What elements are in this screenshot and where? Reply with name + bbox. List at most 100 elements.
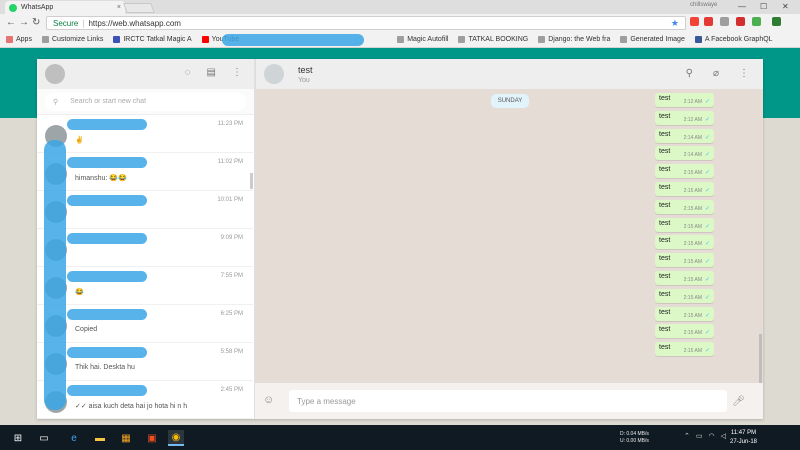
outgoing-message[interactable]: test 2:14 AM ✓: [655, 128, 714, 143]
task-view-icon[interactable]: ▭: [36, 430, 52, 446]
close-window-icon[interactable]: ✕: [782, 2, 789, 11]
message-text: test: [659, 308, 671, 316]
bookmark-star-icon[interactable]: ★: [671, 18, 679, 29]
message-time: 2:15 AM: [683, 205, 702, 212]
chat-list-item[interactable]: 9:09 PM: [37, 229, 253, 267]
attach-icon[interactable]: ⌀: [713, 68, 719, 79]
new-tab-button[interactable]: [123, 3, 155, 13]
app-icon[interactable]: ▦: [118, 430, 134, 446]
menu-icon[interactable]: ⋮: [232, 67, 242, 78]
volume-icon[interactable]: ◁: [721, 432, 726, 440]
whatsapp-icon: [9, 3, 17, 12]
back-icon[interactable]: ←: [6, 17, 16, 28]
outgoing-message[interactable]: test 2:15 AM ✓: [655, 253, 714, 268]
chat-list-item[interactable]: 11:02 PM himanshu: 😂😂: [37, 153, 253, 191]
menu-icon[interactable]: ⋮: [739, 68, 749, 79]
bookmark-item[interactable]: Magic Autofill: [397, 36, 448, 43]
outgoing-message[interactable]: test 2:15 AM ✓: [655, 271, 714, 285]
start-icon[interactable]: ⊞: [10, 430, 26, 446]
message-text: test: [659, 219, 671, 227]
read-receipt-icon: ✓: [704, 294, 710, 301]
bookmark-item[interactable]: IRCTC Tatkal Magic A: [113, 36, 192, 43]
taskbar-clock[interactable]: 11:47 PM 27-Jun-18: [730, 429, 757, 447]
net-down-label: D:: [620, 431, 625, 437]
chat-list-item[interactable]: 6:25 PM Copied: [37, 305, 253, 343]
emoji-icon[interactable]: ☺: [263, 394, 277, 408]
bookmark-icon: [694, 36, 702, 43]
extension-icon[interactable]: [704, 17, 713, 26]
outgoing-message[interactable]: test 2:12 AM ✓: [655, 110, 714, 125]
conversation-header[interactable]: test You ⚲ ⌀ ⋮: [255, 59, 763, 89]
chat-list-item[interactable]: 10:01 PM: [37, 191, 253, 229]
profile-name[interactable]: chillswaye: [690, 2, 720, 11]
outgoing-message[interactable]: test 2:15 AM ✓: [655, 199, 714, 214]
new-chat-icon[interactable]: ▤: [207, 67, 216, 78]
reload-icon[interactable]: ↻: [32, 17, 40, 28]
outgoing-message[interactable]: test 2:15 AM ✓: [655, 288, 714, 303]
url-text[interactable]: https://web.whatsapp.com: [88, 19, 181, 28]
message-input[interactable]: [289, 390, 727, 412]
chat-list-item[interactable]: 2:45 PM ✓✓ aisa kuch deta hai jo hota hi …: [37, 381, 253, 419]
message-time: 2:14 AM: [683, 134, 702, 141]
message-text: test: [659, 148, 671, 156]
chat-list-item[interactable]: 7:55 PM 😂: [37, 267, 253, 305]
status-icon[interactable]: ◌: [185, 67, 191, 78]
tab-title: WhatsApp: [21, 4, 54, 11]
extension-icon[interactable]: [736, 17, 745, 26]
avatar[interactable]: [45, 64, 65, 84]
sidebar-header: ◌ ▤ ⋮: [37, 59, 254, 89]
tab-close-icon[interactable]: ×: [117, 4, 121, 11]
outgoing-message[interactable]: test 2:12 AM ✓: [655, 93, 714, 107]
bookmark-item[interactable]: TATKAL BOOKING: [458, 36, 528, 43]
outgoing-message[interactable]: test 2:15 AM ✓: [655, 306, 714, 321]
outgoing-message[interactable]: test 2:15 AM ✓: [655, 342, 714, 357]
maximize-icon[interactable]: ☐: [760, 2, 767, 11]
file-explorer-icon[interactable]: ▬: [92, 430, 108, 446]
extension-icon[interactable]: [772, 17, 781, 26]
message-text: test: [659, 255, 671, 263]
outgoing-message[interactable]: test 2:15 AM ✓: [655, 182, 714, 196]
wifi-icon[interactable]: ◠: [709, 432, 715, 440]
store-icon[interactable]: ▣: [144, 430, 160, 446]
bookmark-item[interactable]: Customize Links: [41, 36, 103, 43]
clock-date: 27-Jun-18: [730, 439, 758, 445]
extension-icon[interactable]: [720, 17, 729, 26]
read-receipt-icon: ✓: [704, 277, 710, 283]
avatar[interactable]: [264, 64, 284, 84]
message-time: 2:15 AM: [683, 223, 702, 230]
net-up-value: 0.00 MB/s: [626, 438, 649, 444]
chat-list-item[interactable]: 11:23 PM ✌: [37, 115, 253, 153]
bookmark-item[interactable]: A Facebook GraphQL: [694, 36, 773, 43]
forward-icon[interactable]: →: [19, 17, 29, 28]
chat-time: 7:55 PM: [220, 273, 243, 279]
outgoing-message[interactable]: test 2:15 AM ✓: [655, 164, 714, 179]
outgoing-message[interactable]: test 2:15 AM ✓: [655, 217, 714, 232]
extension-icon[interactable]: [752, 17, 761, 26]
search-input[interactable]: ⚲ Search or start new chat: [45, 92, 246, 111]
network-speed: D: 0.04 MB/s U: 0.00 MB/s: [620, 431, 649, 445]
chat-time: 11:02 PM: [217, 159, 243, 165]
message-time: 2:15 AM: [683, 241, 702, 248]
redaction-scribble: [222, 34, 364, 46]
read-receipt-icon: ✓: [704, 223, 710, 230]
outgoing-message[interactable]: test 2:15 AM ✓: [655, 235, 714, 250]
outgoing-message[interactable]: test 2:15 AM ✓: [655, 324, 714, 339]
show-hidden-icon[interactable]: ⌃: [684, 432, 690, 440]
omnibox[interactable]: Secure | https://web.whatsapp.com ★: [46, 16, 686, 30]
outgoing-message[interactable]: test 2:14 AM ✓: [655, 146, 714, 161]
bookmark-icon: [6, 36, 13, 43]
bookmark-item[interactable]: Apps: [6, 36, 32, 43]
minimize-icon[interactable]: —: [738, 2, 746, 11]
edge-icon[interactable]: e: [66, 430, 82, 446]
battery-icon[interactable]: ▭: [696, 432, 703, 440]
search-icon[interactable]: ⚲: [686, 68, 693, 79]
read-receipt-icon: ✓: [704, 330, 710, 337]
microphone-icon[interactable]: 🎤︎: [732, 396, 745, 407]
extension-gmail-icon[interactable]: [690, 17, 699, 26]
bookmark-item[interactable]: Django: the Web fra: [538, 36, 610, 43]
read-receipt-icon: ✓: [704, 312, 710, 319]
bookmark-item[interactable]: Generated Image: [620, 36, 685, 43]
chrome-icon[interactable]: ◉: [168, 430, 184, 446]
chat-list-item[interactable]: 5:58 PM Thik hai. Deskta hu: [37, 343, 253, 381]
browser-tab-whatsapp[interactable]: WhatsApp ×: [5, 1, 125, 14]
